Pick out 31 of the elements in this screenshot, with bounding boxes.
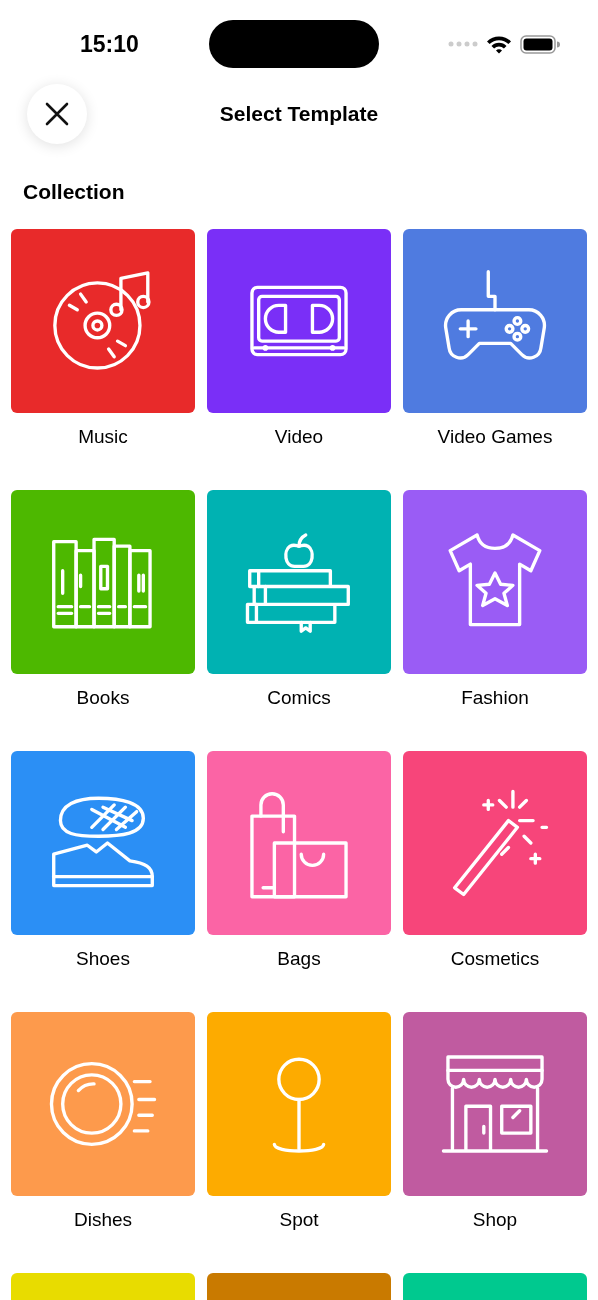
template-label: Video <box>274 425 324 449</box>
template-tile[interactable] <box>207 1012 391 1196</box>
template-label: Fashion <box>461 686 529 710</box>
template-label: Music <box>78 425 128 449</box>
template-tile[interactable] <box>11 751 195 935</box>
template-tile[interactable] <box>403 229 587 413</box>
template-label: Spot <box>279 1208 319 1232</box>
template-tile[interactable] <box>207 490 391 674</box>
template-label: Video Games <box>437 425 553 449</box>
template-label: Shop <box>472 1208 518 1232</box>
section-heading: Collection <box>23 179 126 205</box>
template-label: Dishes <box>73 1208 133 1232</box>
template-label: Comics <box>267 686 331 710</box>
template-tile[interactable] <box>403 490 587 674</box>
battery-icon <box>520 34 560 54</box>
signal-icon <box>448 41 478 47</box>
close-icon <box>45 102 69 126</box>
template-label: Shoes <box>76 947 130 971</box>
template-label: Bags <box>277 947 321 971</box>
template-tile[interactable] <box>207 229 391 413</box>
template-tile[interactable] <box>403 1012 587 1196</box>
template-tile[interactable] <box>403 751 587 935</box>
wifi-icon <box>486 34 512 54</box>
template-tile[interactable] <box>207 751 391 935</box>
status-time: 15:10 <box>80 30 140 58</box>
page-title: Select Template <box>219 102 379 126</box>
template-tile[interactable] <box>11 229 195 413</box>
template-tile[interactable] <box>11 1012 195 1196</box>
template-label: Cosmetics <box>450 947 540 971</box>
template-label: Books <box>76 686 130 710</box>
template-tile[interactable] <box>11 490 195 674</box>
